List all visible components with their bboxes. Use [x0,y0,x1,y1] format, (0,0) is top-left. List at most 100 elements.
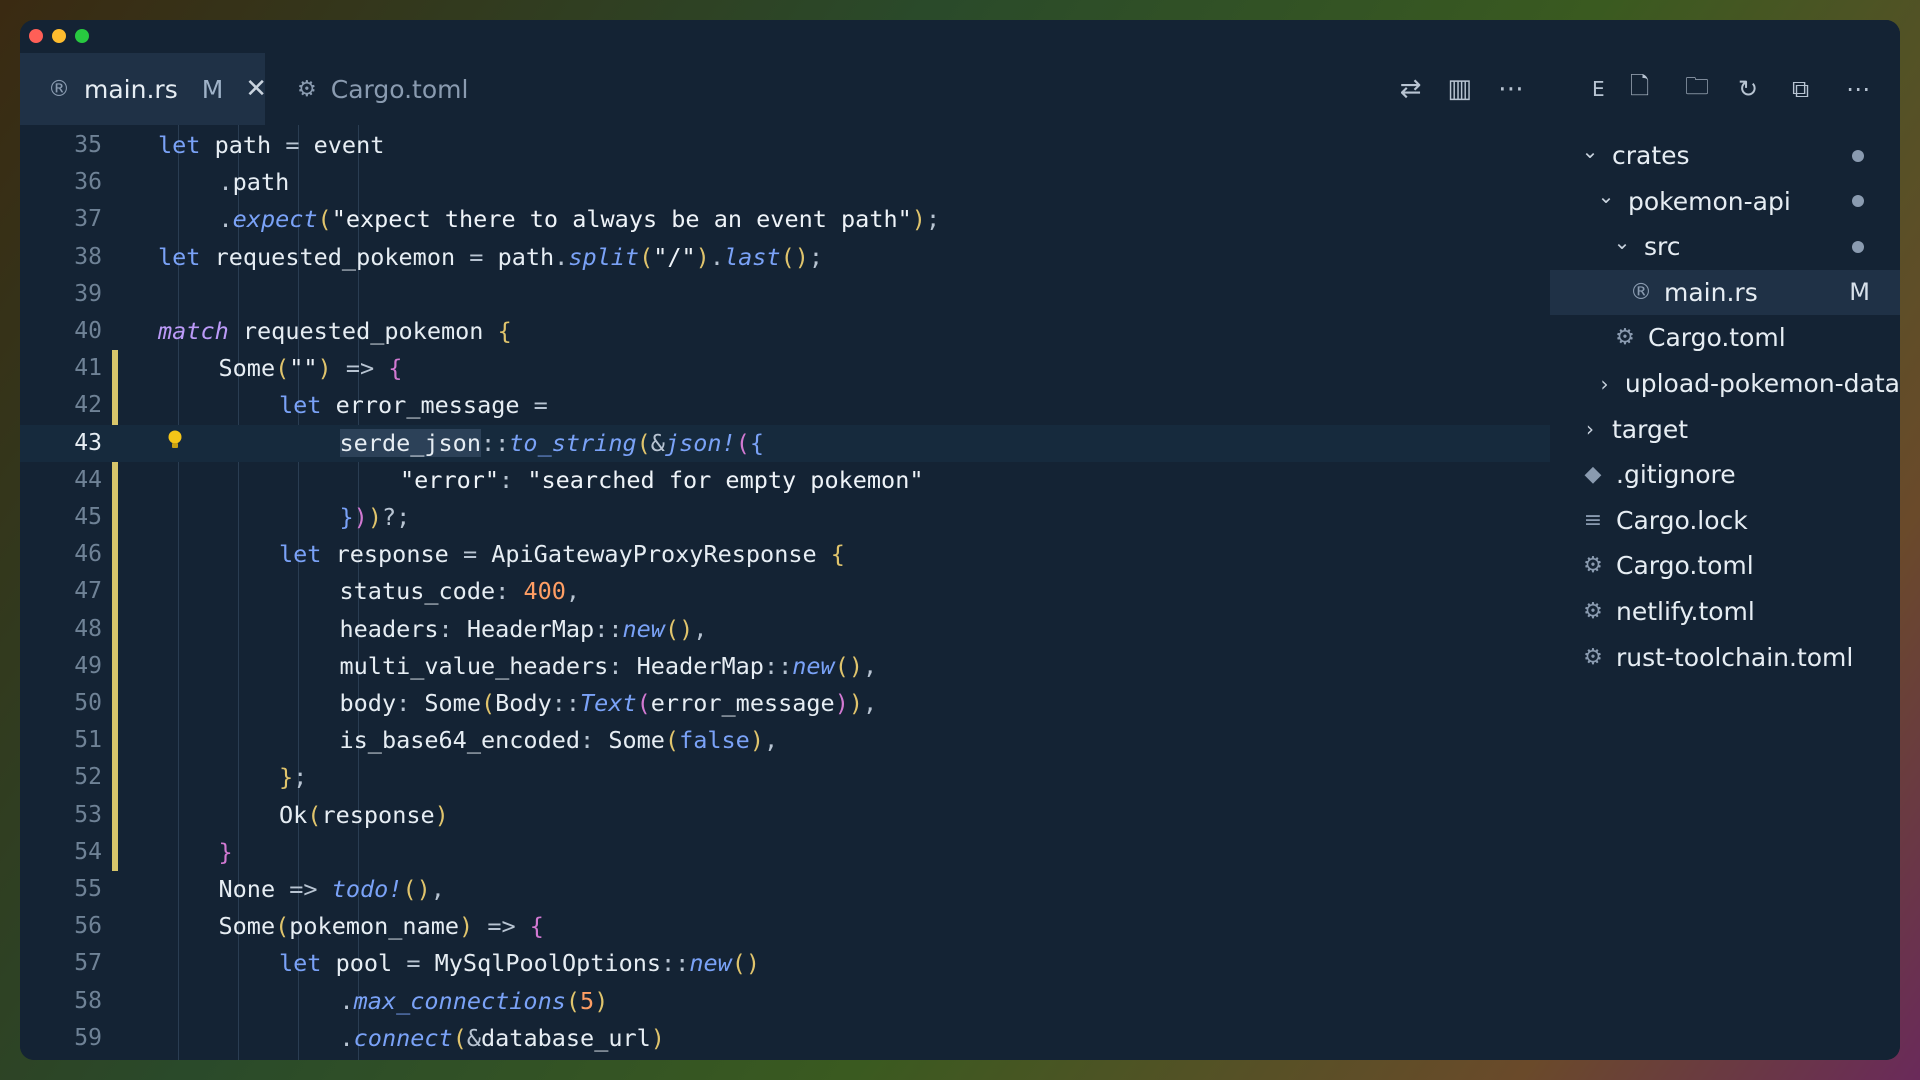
code-line[interactable]: 40 match requested_pokemon { [20,313,1550,350]
modified-badge: M [1849,278,1870,307]
tree-item-target[interactable]: › target [1550,407,1900,452]
code-token: error_message [335,391,534,420]
code-line[interactable]: 56 Some(pokemon_name) => { [20,908,1550,945]
code-line[interactable]: 54} [20,834,1550,871]
tree-item-label: pokemon-api [1628,186,1791,216]
code-line[interactable]: 41 Some("") => { [20,350,1550,387]
new-file-icon[interactable]: 🗋 [1630,69,1649,110]
line-number: 47 [74,578,102,605]
code-line[interactable]: 35 let path = event [20,127,1550,164]
chevron-right-icon[interactable]: › [1594,372,1615,396]
code-token: max_connections [353,986,566,1015]
code-token: path [214,131,286,159]
code-token: ( [639,242,654,271]
close-window-button[interactable] [29,29,43,43]
code-line[interactable]: 43 serde_json::to_string(&json!({ [20,424,1550,462]
code-token: Text [580,689,637,717]
chevron-down-icon[interactable]: ⌄ [1594,184,1618,208]
code-text: serde_json::to_string(&json!({ [339,425,764,462]
more-actions-icon[interactable]: ⋯ [1498,74,1524,104]
code-token: , [565,577,581,606]
close-tab-icon[interactable]: ✕ [245,74,267,104]
code-text: }; [279,759,307,796]
code-text: "error": "searched for empty pokemon" [400,462,924,499]
code-token: response [321,800,435,829]
code-token: : [495,577,524,606]
code-line[interactable]: 48 headers: HeaderMap::new(), [20,611,1550,648]
tab-main-rs[interactable]: ® main.rs M ✕ [20,53,267,125]
new-folder-icon[interactable]: 🗀 [1685,69,1709,110]
code-token: ) [459,912,488,941]
tree-item-main-rs[interactable]: ® main.rs M [1550,269,1900,315]
code-token: ) [317,354,346,383]
tree-item-netlify-toml[interactable]: ⚙ netlify.toml [1550,589,1900,634]
gear-icon: ⚙ [297,76,317,102]
split-editor-icon[interactable]: ▥ [1447,74,1472,104]
code-line[interactable]: 42 let error_message = [20,387,1550,424]
code-text: .expect("expect there to always be an ev… [219,201,941,238]
tree-item-rust-toolchain-toml[interactable]: ⚙ rust-toolchain.toml [1550,635,1900,680]
source-control-compare-icon[interactable]: ⇄ [1400,74,1422,104]
code-line[interactable]: 50 body: Some(Body::Text(error_message)), [20,685,1550,722]
code-token: , [693,614,708,643]
tree-item-gitignore[interactable]: ◆ .gitignore [1550,452,1900,497]
code-line[interactable]: 44 "error": "searched for empty pokemon" [20,462,1550,499]
line-number: 44 [74,466,102,493]
refresh-icon[interactable]: ↻ [1738,75,1758,103]
tree-item-cargo-toml[interactable]: ⚙ Cargo.toml [1550,315,1900,360]
code-token: "expect there to always be an event path… [331,205,912,234]
code-line[interactable]: 36 .path [20,164,1550,201]
more-actions-icon[interactable]: ⋯ [1846,75,1870,103]
code-token: "error" [400,465,500,494]
code-line[interactable]: 51 is_base64_encoded: Some(false), [20,722,1550,759]
code-token: new [792,651,835,680]
code-line[interactable]: 49 multi_value_headers: HeaderMap::new(), [20,648,1550,685]
code-token: = [406,949,435,978]
tree-item-pokemon-api[interactable]: ⌄ pokemon-api [1550,179,1900,224]
line-number: 43 [74,429,102,456]
code-text: Some(pokemon_name) => { [219,908,544,945]
line-number: 35 [74,132,102,158]
code-token: new [622,614,665,643]
lightbulb-icon[interactable] [167,430,183,450]
chevron-down-icon[interactable]: ⌄ [1578,139,1602,163]
code-line[interactable]: 59 .connect(&database_url) [20,1020,1550,1057]
code-text: }))?; [340,499,411,536]
chevron-down-icon[interactable]: ⌄ [1610,230,1634,254]
code-line[interactable]: 47 status_code: 400, [20,573,1550,610]
minimize-window-button[interactable] [52,29,66,43]
explorer-toolbar: E 🗋 🗀 ↻ ⧉ ⋯ [1550,53,1900,125]
tree-item-cargo-toml[interactable]: ⚙ Cargo.toml [1550,543,1900,588]
code-token: => [487,912,530,941]
code-line[interactable]: 46 let response = ApiGatewayProxyResponse… [20,536,1550,573]
code-line[interactable]: 52}; [20,759,1550,796]
tree-item-label: Cargo.lock [1616,505,1748,535]
code-line[interactable]: 57 let pool = MySqlPoolOptions::new() [20,945,1550,982]
code-text: headers: HeaderMap::new(), [340,611,708,648]
chevron-right-icon[interactable]: › [1578,417,1602,441]
code-token: ) [650,1023,665,1052]
line-number: 51 [74,727,102,754]
code-token: 400 [523,577,566,606]
code-token: : [499,465,528,494]
maximize-window-button[interactable] [75,29,89,43]
collapse-all-icon[interactable]: ⧉ [1792,75,1809,103]
code-line[interactable]: 53 Ok(response) [20,797,1550,834]
code-line[interactable]: 39 [20,276,1550,313]
tree-item-upload-pokemon-data[interactable]: › upload-pokemon-data [1550,361,1900,406]
tree-item-src[interactable]: ⌄ src [1550,224,1900,269]
code-token: "/" [653,242,696,271]
code-token: path [232,168,290,197]
code-token: . [218,205,233,234]
code-line[interactable]: 38 let requested_pokemon = path.split("/"… [20,239,1550,276]
code-editor[interactable]: 35 let path = event 36 .path 37 .expect("expe… [20,125,1550,1060]
code-line[interactable]: 55 None => todo!(), [20,871,1550,908]
tree-item-crates[interactable]: ⌄ crates [1550,133,1900,178]
tab-cargo-toml[interactable]: ⚙ Cargo.toml [265,53,505,125]
code-line[interactable]: 37 .expect("expect there to always be an … [20,201,1550,238]
tree-item-cargo-lock[interactable]: ≡ Cargo.lock [1550,498,1900,543]
explorer-header-letter: E [1592,77,1605,101]
code-line[interactable]: 45}))?; [20,499,1550,536]
code-line[interactable]: 58 .max_connections(5) [20,983,1550,1020]
code-token: :: [594,614,623,643]
